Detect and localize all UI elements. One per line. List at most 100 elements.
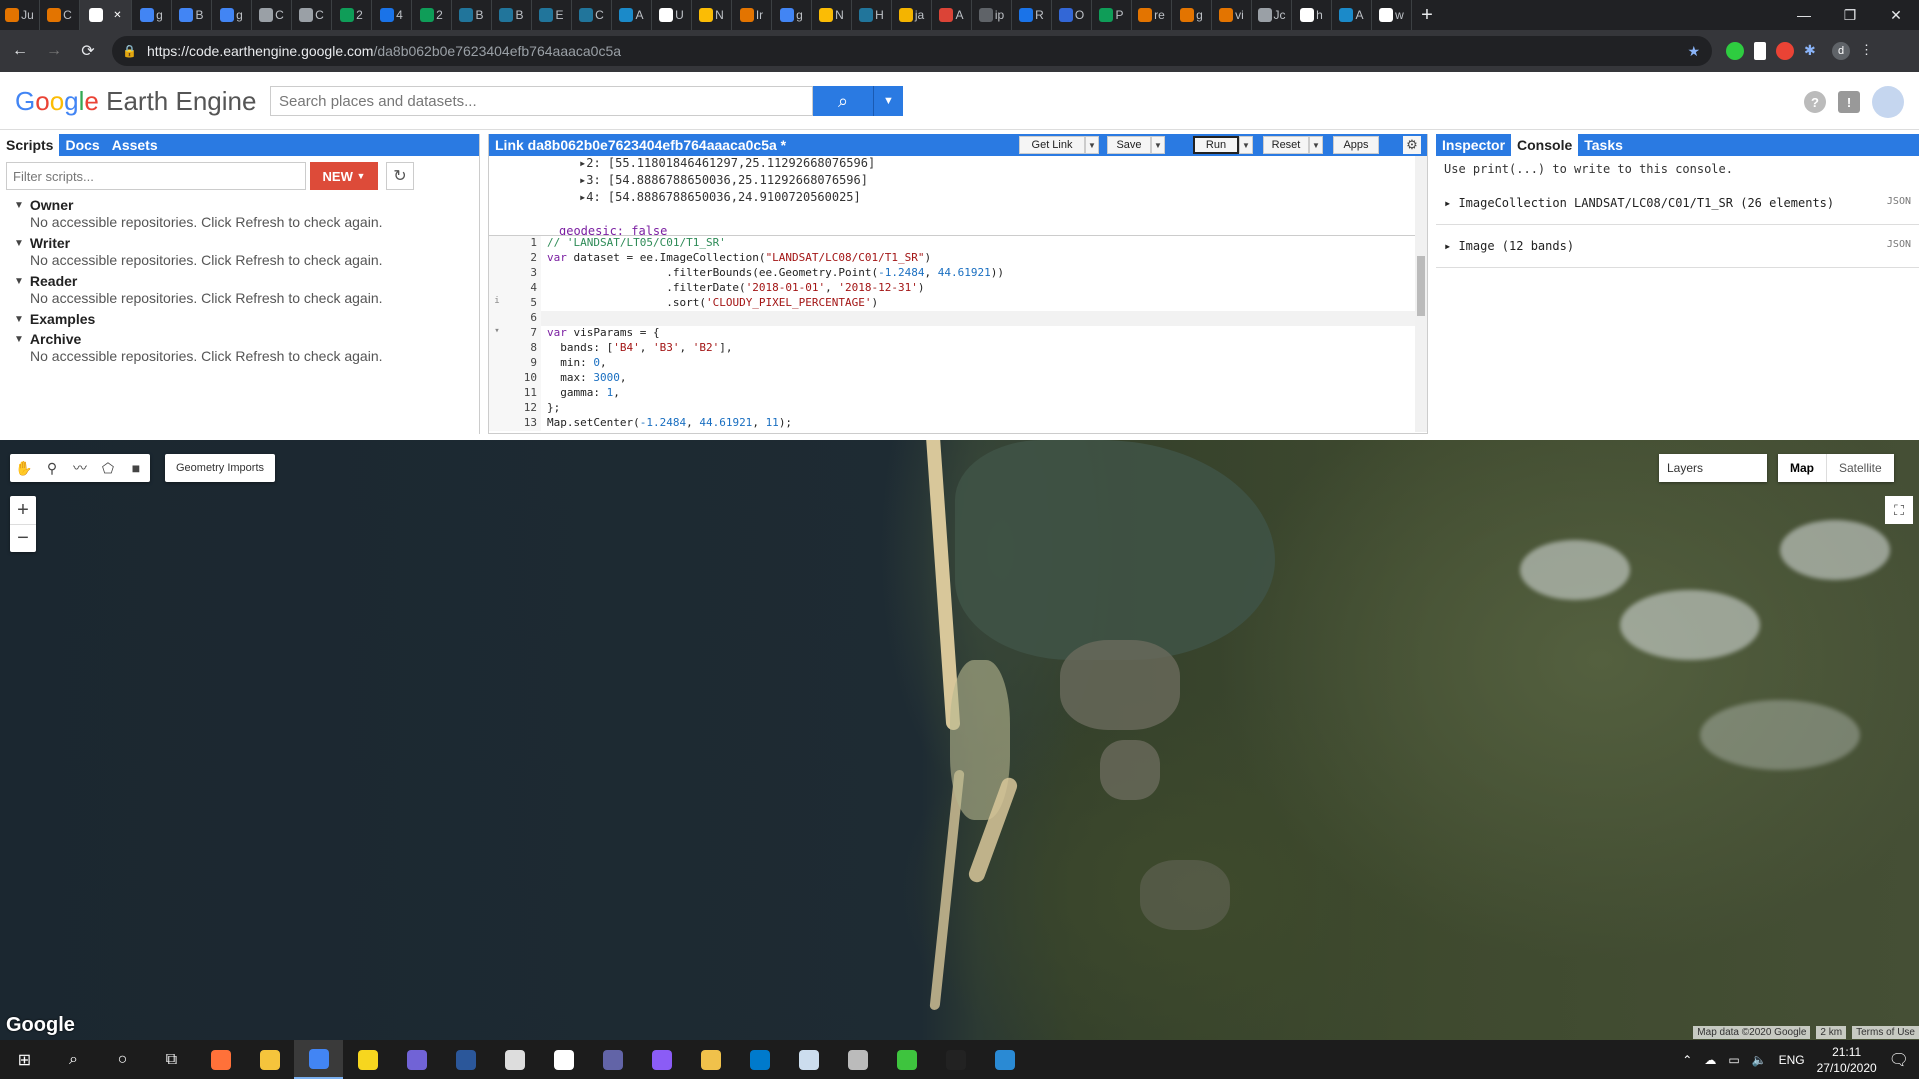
reload-icon[interactable]: ⟳ <box>74 37 102 65</box>
browser-tab[interactable]: N <box>812 0 852 30</box>
console-entry[interactable]: ▸ ImageCollection LANDSAT/LC08/C01/T1_SR… <box>1436 182 1919 225</box>
hand-icon[interactable]: ✋ <box>10 454 38 482</box>
code-line[interactable]: 3 .filterBounds(ee.Geometry.Point(-1.248… <box>489 266 1427 281</box>
menu-icon[interactable]: ⋮ <box>1860 42 1873 60</box>
geometry-imports-button[interactable]: Geometry Imports <box>165 454 275 482</box>
tab-docs[interactable]: Docs <box>59 134 105 156</box>
run-dropdown[interactable]: ▼ <box>1239 136 1253 154</box>
start-icon[interactable]: ⊞ <box>0 1040 49 1079</box>
new-script-button[interactable]: NEW ▼ <box>310 162 378 190</box>
browser-tab[interactable]: P <box>1092 0 1132 30</box>
browser-tab[interactable]: U <box>652 0 692 30</box>
browser-tab[interactable]: A <box>612 0 652 30</box>
tab-tasks[interactable]: Tasks <box>1578 134 1629 156</box>
tree-folder[interactable]: ▼ Examples <box>14 310 479 328</box>
reset-dropdown[interactable]: ▼ <box>1309 136 1323 154</box>
avatar[interactable] <box>1872 86 1904 118</box>
tree-folder[interactable]: ▼ Archive <box>14 330 479 348</box>
browser-tab[interactable]: g <box>132 0 172 30</box>
reset-button[interactable]: Reset <box>1263 136 1309 154</box>
satellite-button[interactable]: Satellite <box>1826 454 1894 482</box>
chevron-up-icon[interactable]: ⌃ <box>1682 1053 1692 1067</box>
get-link-button[interactable]: Get Link <box>1019 136 1085 154</box>
browser-tab[interactable]: 2 <box>412 0 452 30</box>
browser-tab[interactable]: C <box>40 0 80 30</box>
code-line[interactable]: 8 bands: ['B4', 'B3', 'B2'], <box>489 341 1427 356</box>
close-icon[interactable]: ✕ <box>113 10 121 21</box>
terms-link[interactable]: Terms of Use <box>1852 1026 1919 1039</box>
close-window-icon[interactable]: ✕ <box>1873 0 1919 30</box>
app-purple-icon[interactable] <box>637 1040 686 1079</box>
excel-like-icon[interactable] <box>490 1040 539 1079</box>
cloud-icon[interactable]: ☁ <box>1704 1053 1716 1067</box>
browser-tab[interactable]: N <box>692 0 732 30</box>
puzzle-icon[interactable]: ✱ <box>1804 42 1822 60</box>
clock[interactable]: 21:11 27/10/2020 <box>1817 1044 1877 1076</box>
fullscreen-icon[interactable]: ⛶ <box>1885 496 1913 524</box>
code-line[interactable]: 9 min: 0, <box>489 356 1427 371</box>
browser-tab[interactable]: ✕ <box>80 0 132 30</box>
gear-icon[interactable]: ⚙ <box>1403 136 1421 154</box>
code-line[interactable]: i5 .sort('CLOUDY_PIXEL_PERCENTAGE') <box>489 296 1427 311</box>
code-line[interactable]: ▾ 7 var visParams = { <box>489 326 1427 341</box>
browser-tab[interactable]: g <box>772 0 812 30</box>
apps-button[interactable]: Apps <box>1333 136 1379 154</box>
back-icon[interactable]: ← <box>6 37 34 65</box>
tab-scripts[interactable]: Scripts <box>0 134 60 156</box>
json-link[interactable]: JSON <box>1887 239 1911 253</box>
restore-icon[interactable]: ❐ <box>1827 0 1873 30</box>
word-icon[interactable] <box>441 1040 490 1079</box>
browser-tab[interactable]: w <box>1372 0 1412 30</box>
browser-tab[interactable]: H <box>852 0 892 30</box>
browser-tab[interactable]: h <box>1292 0 1332 30</box>
forward-icon[interactable]: → <box>40 37 68 65</box>
browser-tab[interactable]: A <box>1332 0 1372 30</box>
browser-tab[interactable]: C <box>572 0 612 30</box>
chrome-icon[interactable] <box>294 1040 343 1079</box>
vscode-icon[interactable] <box>735 1040 784 1079</box>
json-link[interactable]: JSON <box>1887 196 1911 210</box>
task-view-icon[interactable]: ⧉ <box>147 1040 196 1079</box>
photos-icon[interactable] <box>980 1040 1029 1079</box>
browser-tab[interactable]: E <box>532 0 572 30</box>
firefox-icon[interactable] <box>196 1040 245 1079</box>
refresh-button[interactable]: ↻ <box>386 162 414 190</box>
layers-button[interactable]: Layers <box>1659 454 1767 482</box>
browser-tab[interactable]: Jc <box>1252 0 1292 30</box>
extension-icon[interactable] <box>1754 42 1766 60</box>
browser-tab[interactable]: vi <box>1212 0 1252 30</box>
browser-tab[interactable]: g <box>212 0 252 30</box>
logo[interactable]: Google Earth Engine <box>15 86 256 117</box>
feedback-icon[interactable]: ! <box>1838 91 1860 113</box>
polygon-icon[interactable]: ⬠ <box>94 454 122 482</box>
code-line[interactable]: 6 <box>489 311 1427 326</box>
search-options-dropdown[interactable]: ▼ <box>873 86 903 116</box>
tab-inspector[interactable]: Inspector <box>1436 134 1511 156</box>
extension-icon[interactable] <box>1776 42 1794 60</box>
help-icon[interactable]: ? <box>1804 91 1826 113</box>
search-button[interactable]: ⌕ <box>813 86 873 116</box>
file-explorer-icon[interactable] <box>245 1040 294 1079</box>
3d-viewer-icon[interactable] <box>784 1040 833 1079</box>
browser-tab[interactable]: ip <box>972 0 1012 30</box>
search-icon[interactable]: ⌕ <box>49 1040 98 1079</box>
language-indicator[interactable]: ENG <box>1779 1053 1805 1067</box>
minimize-icon[interactable]: — <box>1781 0 1827 30</box>
browser-tab[interactable]: re <box>1132 0 1172 30</box>
profile-avatar[interactable]: d <box>1832 42 1850 60</box>
browser-tab[interactable]: B <box>492 0 532 30</box>
tree-folder[interactable]: ▼ Reader <box>14 272 479 290</box>
editor-scrollbar[interactable] <box>1415 156 1427 432</box>
code-line[interactable]: 11 gamma: 1, <box>489 386 1427 401</box>
code-lines[interactable]: 1 // 'LANDSAT/LT05/C01/T1_SR' 2 var dataset… <box>489 236 1427 431</box>
browser-tab[interactable]: ja <box>892 0 932 30</box>
zoom-out-button[interactable]: − <box>10 524 36 552</box>
browser-tab[interactable]: g <box>1172 0 1212 30</box>
browser-tab[interactable]: B <box>452 0 492 30</box>
terminal-icon[interactable] <box>931 1040 980 1079</box>
map-view[interactable]: ✋ ⚲ 〰 ⬠ ■ Geometry Imports + − Layers Ma… <box>0 440 1919 1040</box>
browser-tab[interactable]: O <box>1052 0 1092 30</box>
code-line[interactable]: 12}; <box>489 401 1427 416</box>
outlook-icon[interactable] <box>392 1040 441 1079</box>
code-line[interactable]: 4 .filterDate('2018-01-01', '2018-12-31'… <box>489 281 1427 296</box>
